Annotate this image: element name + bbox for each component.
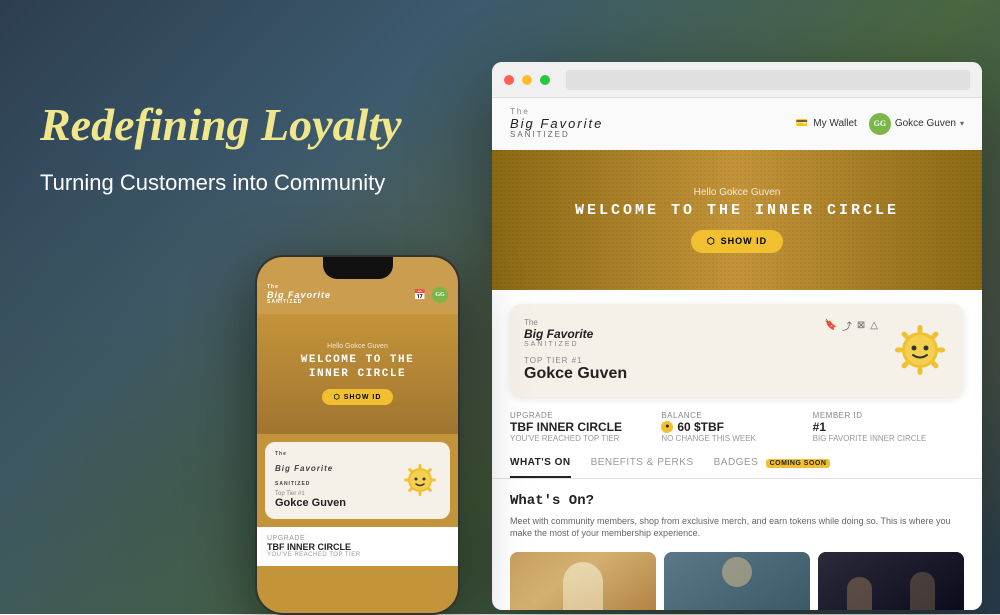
card-content: The Big Favorite SANITIZED 🔖 ⤴ ⊠ △ Top T… xyxy=(524,318,878,383)
chevron-down-icon: ▾ xyxy=(960,119,964,128)
card-logo: The Big Favorite SANITIZED xyxy=(524,318,593,348)
whats-on-description: Meet with community members, shop from e… xyxy=(510,515,964,540)
wallet-icon: 💳 xyxy=(796,118,808,129)
balance-sub: NO CHANGE THIS WEEK xyxy=(661,434,800,443)
phone-upgrade-section: Upgrade TBF INNER CIRCLE YOU'VE REACHED … xyxy=(257,527,458,566)
browser-maximize-dot xyxy=(540,75,550,85)
phone-hero-title: WELCOME TO THEINNER CIRCLE xyxy=(301,353,414,382)
whats-on-title: What's On? xyxy=(510,493,964,509)
user-avatar: GG xyxy=(869,113,891,135)
main-subheadline: Turning Customers into Community xyxy=(40,169,402,198)
phone-notch xyxy=(323,257,393,279)
browser-mockup: The Big Favorite SANITIZED 💳 My Wallet G… xyxy=(492,62,982,610)
hero-texture xyxy=(492,150,982,290)
upgrade-sub: YOU'VE REACHED TOP TIER xyxy=(510,434,649,443)
user-name: Gokce Guven xyxy=(895,118,956,129)
tab-benefits[interactable]: BENEFITS & PERKS xyxy=(591,457,694,478)
phone-user-avatar[interactable]: GG xyxy=(432,287,448,303)
phone-hero-banner: Hello Gokce Guven WELCOME TO THEINNER CI… xyxy=(257,314,458,434)
stats-row: Upgrade TBF INNER CIRCLE YOU'VE REACHED … xyxy=(492,411,982,443)
phone-membership-card: The Big Favorite SANITIZED Top Tier #1 G… xyxy=(265,442,450,519)
phone-card-info: The Big Favorite SANITIZED Top Tier #1 G… xyxy=(275,452,392,509)
wallet-button[interactable]: 💳 My Wallet xyxy=(796,118,857,129)
left-text-area: Redefining Loyalty Turning Customers int… xyxy=(40,100,402,197)
coming-soon-badge: COMING SOON xyxy=(766,459,831,468)
balance-value: ● 60 $TBF xyxy=(661,420,800,434)
info-icon: ⊠ xyxy=(857,320,865,331)
browser-content: The Big Favorite SANITIZED 💳 My Wallet G… xyxy=(492,98,982,610)
card-user-info: Top Tier #1 Gokce Guven xyxy=(524,356,878,383)
stat-upgrade: Upgrade TBF INNER CIRCLE YOU'VE REACHED … xyxy=(510,411,661,443)
membership-card: The Big Favorite SANITIZED 🔖 ⤴ ⊠ △ Top T… xyxy=(510,304,964,397)
member-label: Member ID xyxy=(813,411,952,420)
tab-whats-on[interactable]: WHAT'S ON xyxy=(510,457,571,478)
site-logo: The Big Favorite SANITIZED xyxy=(510,108,603,140)
hero-title: WELCOME TO THE INNER CIRCLE xyxy=(575,202,899,220)
content-image-grid xyxy=(510,552,964,610)
stat-member: Member ID #1 BIG FAVORITE INNER CIRCLE xyxy=(813,411,964,443)
upgrade-label: Upgrade xyxy=(510,411,649,420)
show-id-icon: ⬡ xyxy=(707,236,716,247)
phone-nav: 📅 GG xyxy=(414,287,448,303)
bookmark-icon: 🔖 xyxy=(824,320,836,331)
browser-minimize-dot xyxy=(522,75,532,85)
content-image-1[interactable] xyxy=(510,552,656,610)
alert-icon: △ xyxy=(870,320,878,331)
phone-card-name: Gokce Guven xyxy=(275,497,392,509)
phone-card-logo: The Big Favorite SANITIZED xyxy=(275,452,392,487)
site-hero-banner: Hello Gokce Guven WELCOME TO THE INNER C… xyxy=(492,150,982,290)
member-value: #1 xyxy=(813,420,952,434)
user-menu[interactable]: GG Gokce Guven ▾ xyxy=(869,113,964,135)
content-image-3[interactable] xyxy=(818,552,964,610)
browser-addressbar[interactable] xyxy=(566,70,970,90)
phone-upgrade-value: TBF INNER CIRCLE xyxy=(267,542,448,552)
phone-upgrade-sub: YOU'VE REACHED TOP TIER xyxy=(267,552,448,558)
show-id-button[interactable]: ⬡ SHOW ID xyxy=(691,230,783,253)
card-action-icons: 🔖 ⤴ ⊠ △ xyxy=(824,318,878,333)
content-layer: Redefining Loyalty Turning Customers int… xyxy=(0,0,1000,614)
card-sun-icon xyxy=(890,320,950,380)
phone-show-id-button[interactable]: ⬡ SHOW ID xyxy=(322,389,394,405)
site-nav: 💳 My Wallet GG Gokce Guven ▾ xyxy=(796,113,964,135)
phone-calendar-icon: 📅 xyxy=(414,290,426,301)
whats-on-section: What's On? Meet with community members, … xyxy=(492,493,982,610)
phone-greeting: Hello Gokce Guven xyxy=(327,343,388,350)
tab-badges[interactable]: BADGES COMING SOON xyxy=(714,457,831,478)
phone-screen: The Big Favorite SANITIZED 📅 GG Hello Go… xyxy=(257,257,458,613)
phone-logo: The Big Favorite SANITIZED xyxy=(267,285,331,306)
balance-label: Balance xyxy=(661,411,800,420)
content-image-2[interactable] xyxy=(664,552,810,610)
site-tabs: WHAT'S ON BENEFITS & PERKS BADGES COMING… xyxy=(492,457,982,479)
phone-upgrade-label: Upgrade xyxy=(267,535,448,542)
stat-balance: Balance ● 60 $TBF NO CHANGE THIS WEEK xyxy=(661,411,812,443)
hero-greeting: Hello Gokce Guven xyxy=(694,187,781,198)
phone-show-id-icon: ⬡ xyxy=(334,393,341,401)
coin-icon: ● xyxy=(661,421,673,433)
browser-close-dot xyxy=(504,75,514,85)
phone-mockup: The Big Favorite SANITIZED 📅 GG Hello Go… xyxy=(255,255,460,615)
share-icon: ⤴ xyxy=(842,318,852,333)
card-tier-badge: Top Tier #1 xyxy=(524,356,878,365)
main-headline: Redefining Loyalty xyxy=(40,100,402,151)
upgrade-value: TBF INNER CIRCLE xyxy=(510,420,649,434)
card-user-name: Gokce Guven xyxy=(524,365,878,383)
member-sub: BIG FAVORITE INNER CIRCLE xyxy=(813,434,952,443)
site-header: The Big Favorite SANITIZED 💳 My Wallet G… xyxy=(492,98,982,150)
phone-sun-icon xyxy=(400,460,440,500)
browser-topbar xyxy=(492,62,982,98)
